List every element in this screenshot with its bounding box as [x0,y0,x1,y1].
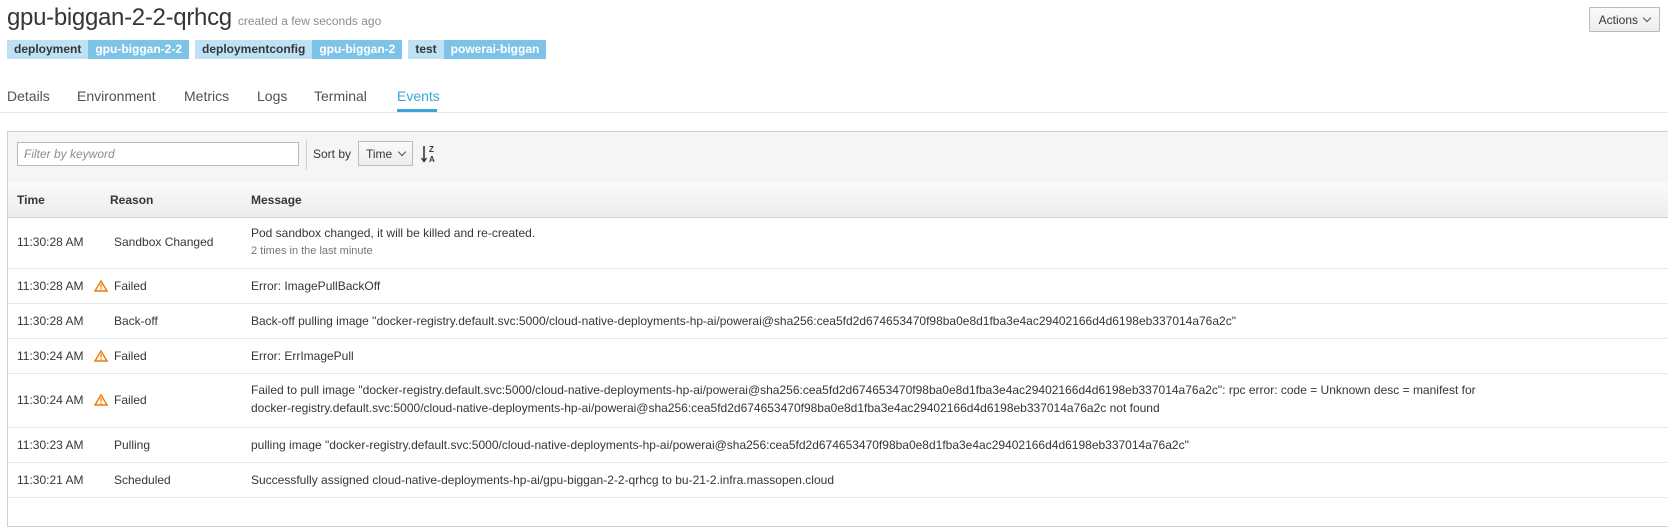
active-tab-indicator [397,109,437,112]
event-time: 11:30:21 AM [17,473,84,487]
label-deployment[interactable]: deployment gpu-biggan-2-2 [7,40,189,59]
event-time: 11:30:24 AM [17,393,84,407]
label-key[interactable]: deploymentconfig [195,40,313,59]
svg-text:A: A [429,155,435,164]
event-message: Successfully assigned cloud-native-deplo… [251,471,1511,489]
event-time: 11:30:28 AM [17,314,84,328]
sort-field-value: Time [366,146,393,161]
event-reason: Back-off [94,314,158,328]
event-message-text: Error: ErrImagePull [251,349,354,363]
label-test[interactable]: test powerai-biggan [408,40,547,59]
table-row: 11:30:28 AM Back-off Back-off pulling im… [8,304,1668,339]
column-header-reason[interactable]: Reason [110,193,153,207]
event-message: Error: ErrImagePull [251,347,1511,365]
event-reason-label: Failed [114,393,147,407]
tab-bar: Details Environment Metrics Logs Termina… [0,84,1668,113]
label-key[interactable]: test [408,40,444,59]
column-header-time[interactable]: Time [17,193,45,207]
table-row: 11:30:28 AM Failed Error: ImagePullBackO… [8,269,1668,304]
event-reason: Failed [94,349,147,363]
warning-triangle-icon [94,280,108,292]
table-row: 11:30:23 AM Pulling pulling image "docke… [8,428,1668,463]
event-reason-label: Sandbox Changed [114,235,214,249]
label-value[interactable]: gpu-biggan-2 [312,40,403,59]
sort-direction-icon[interactable]: Z A [421,144,439,164]
tab-terminal[interactable]: Terminal [314,88,367,104]
event-reason-label: Failed [114,279,147,293]
event-message-text: Failed to pull image "docker-registry.de… [251,383,1476,415]
warning-triangle-icon [94,350,108,362]
table-row: 11:30:24 AM Failed Failed to pull image … [8,374,1668,428]
label-value[interactable]: gpu-biggan-2-2 [88,40,189,59]
event-reason: Sandbox Changed [94,235,213,249]
tab-logs[interactable]: Logs [257,88,287,104]
page-header: gpu-biggan-2-2-qrhcg created a few secon… [7,4,381,32]
event-time: 11:30:28 AM [17,235,84,249]
tab-environment[interactable]: Environment [77,88,156,104]
events-panel: Filter by keyword Sort by Time Z A Time … [7,131,1668,527]
event-message: Failed to pull image "docker-registry.de… [251,381,1511,417]
table-row: 11:30:24 AM Failed Error: ErrImagePull [8,339,1668,374]
created-timestamp: created a few seconds ago [237,14,382,28]
event-message: Back-off pulling image "docker-registry.… [251,312,1511,330]
tab-metrics[interactable]: Metrics [184,88,229,104]
svg-text:Z: Z [429,145,434,154]
actions-button[interactable]: Actions [1588,7,1660,32]
event-message: Error: ImagePullBackOff [251,277,1511,295]
table-row: 11:30:21 AM Scheduled Successfully assig… [8,463,1668,498]
event-reason: Failed [94,279,147,293]
event-message-text: Pod sandbox changed, it will be killed a… [251,226,536,240]
event-count-text: 2 times in the last minute [251,245,373,257]
event-time: 11:30:28 AM [17,279,84,293]
event-reason-label: Back-off [114,314,158,328]
pod-labels: deployment gpu-biggan-2-2 deploymentconf… [7,40,547,59]
warning-triangle-icon [94,394,108,406]
event-time: 11:30:23 AM [17,438,84,452]
event-reason: Pulling [94,438,150,452]
table-row: 11:30:28 AM Sandbox Changed Pod sandbox … [8,218,1668,269]
tab-events[interactable]: Events [397,88,440,104]
events-table-body: 11:30:28 AM Sandbox Changed Pod sandbox … [8,218,1668,498]
filter-input[interactable]: Filter by keyword [17,142,299,166]
actions-label: Actions [1598,12,1638,27]
event-message-text: pulling image "docker-registry.default.s… [251,438,1189,452]
event-reason: Failed [94,393,147,407]
label-deploymentconfig[interactable]: deploymentconfig gpu-biggan-2 [195,40,403,59]
toolbar-divider [306,140,307,170]
event-reason-label: Scheduled [114,473,171,487]
column-header-message[interactable]: Message [251,193,302,207]
events-toolbar: Filter by keyword Sort by Time Z A [8,132,1668,183]
sort-field-select[interactable]: Time [358,141,414,166]
event-message: Pod sandbox changed, it will be killed a… [251,224,1511,260]
event-message: pulling image "docker-registry.default.s… [251,436,1511,454]
event-time: 11:30:24 AM [17,349,84,363]
event-reason: Scheduled [94,473,171,487]
event-reason-label: Failed [114,349,147,363]
tab-details[interactable]: Details [7,88,50,104]
event-reason-label: Pulling [114,438,151,452]
event-message-text: Successfully assigned cloud-native-deplo… [251,473,834,487]
event-message-text: Error: ImagePullBackOff [251,279,381,293]
page-title: gpu-biggan-2-2-qrhcg [7,4,232,31]
sort-by-label: Sort by [313,147,352,161]
chevron-down-icon [1642,13,1652,23]
label-value[interactable]: powerai-biggan [443,40,547,59]
table-header: Time Reason Message [8,182,1668,218]
label-key[interactable]: deployment [7,40,89,59]
chevron-down-icon [397,147,407,157]
event-message-text: Back-off pulling image "docker-registry.… [251,314,1236,328]
